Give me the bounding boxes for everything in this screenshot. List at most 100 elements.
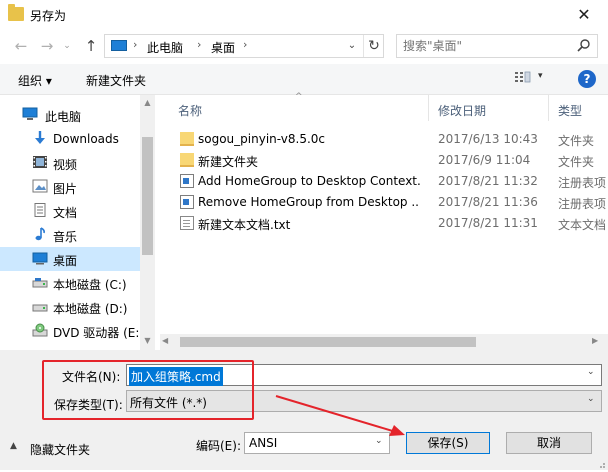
file-row[interactable]: 新建文件夹 2017/6/9 11:04 文件夹: [160, 150, 608, 171]
column-header-name[interactable]: 名称: [178, 102, 202, 119]
sidebar-item-label: 音乐: [53, 230, 78, 244]
drive-icon: [32, 275, 48, 289]
sidebar-item-downloads[interactable]: Downloads: [0, 127, 140, 151]
command-bar: 组织 ▾ 新建文件夹 ▾ ?: [0, 64, 608, 95]
address-bar[interactable]: › 此电脑 › 桌面 › ⌄ ↻: [104, 34, 384, 58]
folder-icon: [180, 132, 194, 146]
refresh-icon[interactable]: ↻: [363, 35, 384, 57]
folder-icon: [180, 153, 194, 167]
file-date: 2017/8/21 11:32: [438, 174, 538, 188]
download-icon: [32, 131, 48, 145]
file-name: Remove HomeGroup from Desktop ...: [198, 195, 420, 209]
hide-folders-label: 隐藏文件夹: [30, 443, 91, 457]
forward-button[interactable]: →: [36, 36, 58, 56]
search-input[interactable]: [403, 39, 573, 53]
sidebar-item-label: 桌面: [53, 254, 78, 268]
column-header-row: ^ 名称 修改日期 类型: [160, 92, 608, 121]
annotation-highlight-box: [42, 360, 254, 420]
sidebar-item-label: DVD 驱动器 (E:): [53, 326, 145, 340]
new-folder-button[interactable]: 新建文件夹: [86, 72, 146, 89]
breadcrumb-this-pc[interactable]: 此电脑: [147, 39, 183, 56]
documents-icon: [32, 203, 48, 217]
file-row[interactable]: Add HomeGroup to Desktop Context... 2017…: [160, 171, 608, 192]
sidebar-item-this-pc[interactable]: 此电脑: [0, 103, 140, 127]
pc-icon: [111, 40, 127, 51]
view-options-icon[interactable]: [514, 71, 532, 85]
save-button[interactable]: 保存(S): [406, 432, 490, 454]
file-name: Add HomeGroup to Desktop Context...: [198, 174, 420, 188]
chevron-down-icon[interactable]: ⌄: [587, 367, 595, 377]
pictures-icon: [32, 179, 48, 193]
file-date: 2017/6/13 10:43: [438, 132, 538, 146]
sidebar-item-label: 图片: [53, 182, 78, 196]
sidebar-item-label: 本地磁盘 (C:): [53, 278, 127, 292]
title-bar: 另存为 ✕: [0, 0, 608, 30]
file-list: ^ 名称 修改日期 类型 sogou_pinyin-v8.5.0c 2017/6…: [160, 92, 608, 350]
file-date: 2017/8/21 11:31: [438, 216, 538, 230]
chevron-down-icon[interactable]: ⌄: [375, 436, 383, 446]
help-icon[interactable]: ?: [578, 70, 596, 88]
search-icon: [577, 38, 591, 54]
folder-icon: [8, 4, 24, 21]
sidebar-item-dvd-drive[interactable]: DVD 驱动器 (E:): [0, 319, 144, 343]
column-divider[interactable]: [548, 95, 549, 121]
file-type: 注册表项: [558, 176, 607, 190]
file-type: 注册表项: [558, 197, 607, 211]
organize-button[interactable]: 组织 ▾: [18, 72, 52, 89]
horizontal-scrollbar[interactable]: ◀ ▶: [160, 334, 608, 350]
file-name: sogou_pinyin-v8.5.0c: [198, 132, 325, 146]
file-date: 2017/6/9 11:04: [438, 153, 531, 167]
sort-indicator-icon: ^: [295, 92, 303, 102]
sidebar-item-label: 本地磁盘 (D:): [53, 302, 128, 316]
column-header-date[interactable]: 修改日期: [438, 102, 486, 119]
resize-grip-icon[interactable]: [596, 458, 606, 468]
sidebar-item-videos[interactable]: 视频: [0, 151, 140, 175]
sidebar-item-pictures[interactable]: 图片: [0, 175, 140, 199]
scroll-up-icon[interactable]: ▲: [140, 95, 155, 111]
column-header-type[interactable]: 类型: [558, 102, 582, 119]
breadcrumb-separator[interactable]: ›: [133, 38, 137, 51]
scroll-thumb[interactable]: [142, 137, 153, 255]
back-button[interactable]: ←: [10, 36, 32, 56]
column-divider[interactable]: [428, 95, 429, 121]
address-dropdown-icon[interactable]: ⌄: [343, 35, 361, 57]
chevron-up-icon: ▲: [10, 441, 17, 451]
file-row[interactable]: sogou_pinyin-v8.5.0c 2017/6/13 10:43 文件夹: [160, 129, 608, 150]
scroll-thumb[interactable]: [180, 337, 476, 347]
video-icon: [32, 155, 48, 169]
search-box[interactable]: [396, 34, 598, 58]
save-form: 文件名(N): 加入组策略.cmd ⌄ 保存类型(T): 所有文件 (*.*) …: [0, 350, 608, 470]
sidebar-item-local-disk-c[interactable]: 本地磁盘 (C:): [0, 271, 140, 295]
file-row[interactable]: 新建文本文档.txt 2017/8/21 11:31 文本文档: [160, 213, 608, 234]
sidebar-item-local-disk-d[interactable]: 本地磁盘 (D:): [0, 295, 140, 319]
breadcrumb-separator[interactable]: ›: [243, 38, 247, 51]
breadcrumb-separator[interactable]: ›: [197, 38, 201, 51]
cancel-button[interactable]: 取消: [506, 432, 592, 454]
scroll-right-icon[interactable]: ▶: [592, 336, 598, 345]
recent-locations-button[interactable]: ⌄: [60, 36, 74, 56]
window-title: 另存为: [30, 9, 67, 23]
sidebar-item-label: 视频: [53, 158, 78, 172]
encoding-value: ANSI: [249, 436, 278, 450]
scroll-down-icon[interactable]: ▼: [140, 333, 155, 349]
breadcrumb-desktop[interactable]: 桌面: [211, 39, 235, 56]
file-date: 2017/8/21 11:36: [438, 195, 538, 209]
file-row[interactable]: Remove HomeGroup from Desktop ... 2017/8…: [160, 192, 608, 213]
sidebar-item-label: 文档: [53, 206, 78, 220]
file-type: 文件夹: [558, 134, 595, 148]
close-button[interactable]: ✕: [570, 4, 598, 26]
up-button[interactable]: ↑: [80, 36, 102, 56]
text-file-icon: [180, 216, 194, 230]
sidebar-item-desktop[interactable]: 桌面: [0, 247, 140, 271]
dvd-icon: [32, 323, 48, 337]
sidebar-scrollbar[interactable]: ▲ ▼: [140, 95, 155, 350]
encoding-label: 编码(E):: [196, 439, 241, 453]
chevron-down-icon[interactable]: ⌄: [587, 394, 595, 404]
sidebar-item-documents[interactable]: 文档: [0, 199, 140, 223]
encoding-select[interactable]: ANSI ⌄: [244, 432, 390, 454]
view-dropdown-icon[interactable]: ▾: [538, 71, 543, 81]
registry-file-icon: [180, 174, 194, 188]
scroll-left-icon[interactable]: ◀: [162, 336, 168, 345]
pc-icon: [22, 107, 38, 121]
sidebar-item-music[interactable]: 音乐: [0, 223, 140, 247]
